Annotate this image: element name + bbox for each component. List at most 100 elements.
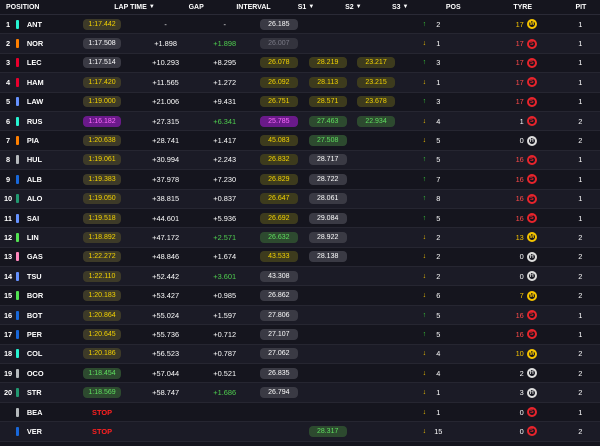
tyre-compound-icon: M (526, 348, 537, 359)
s1-cell: 26.092 (255, 76, 302, 88)
s1-cell: 26.632 (255, 231, 302, 243)
tyre-age: 0 (519, 252, 524, 262)
driver-code[interactable]: SAI (27, 214, 67, 223)
header-pos[interactable]: POS (423, 4, 484, 11)
chevron-down-icon[interactable]: ▼ (308, 4, 314, 11)
pit-stops: 2 (578, 388, 583, 398)
driver-code[interactable]: LIN (27, 233, 67, 242)
lap-time-cell: 1:20.864 (67, 309, 137, 321)
tyre-age: 0 (519, 136, 524, 146)
chevron-down-icon[interactable]: ▼ (149, 4, 155, 11)
table-row[interactable]: 17 PER 1:20.645 +55.736 +0.712 27.107 ↑ 5 16 S 1 (0, 325, 600, 345)
table-row[interactable]: 1 ANT 1:17.442- -26.185 ↑ 2 17 M 1 (0, 15, 600, 35)
header-s3[interactable]: S3 ▼ (378, 4, 423, 11)
header-interval[interactable]: INTERVAL (224, 4, 283, 11)
header-pit[interactable]: PIT (562, 4, 600, 11)
driver-code[interactable]: BOR (27, 291, 67, 300)
table-row[interactable]: 13 GAS 1:22.272 +48.846 +1.674 43.533 28.138 ↓ 2… (0, 248, 600, 268)
driver-code[interactable]: VER (27, 427, 67, 436)
s1-cell: 27.107 (255, 328, 302, 340)
s2-time: 28.219 (308, 57, 347, 69)
table-row[interactable]: 9 ALB 1:19.383 +37.978 +7.230 26.829 28.722 ↑ 7 1… (0, 170, 600, 190)
position-change: ↑ 2 (399, 20, 480, 29)
arrow-down-icon: ↓ (422, 117, 427, 125)
driver-code[interactable]: ANT (27, 20, 67, 29)
position-number: 7 (6, 136, 11, 146)
table-row[interactable]: 16 BOT 1:20.864 +55.024 +1.597 27.806 ↑ 5 16 S 1 (0, 305, 600, 326)
lap-time-cell: STOP (67, 408, 137, 417)
driver-code[interactable]: ALB (27, 175, 67, 184)
tyre-cell: 0S (480, 426, 561, 437)
table-row[interactable]: VER STOP 28.317 ↓ 15 0 S 2 (0, 422, 600, 442)
header-lap-time[interactable]: LAP TIME ▼ (101, 4, 169, 11)
tyre-compound-icon: H (526, 135, 537, 146)
team-color-bar (16, 252, 19, 262)
s2-cell: 28.113 (303, 76, 353, 88)
chevron-down-icon[interactable]: ▼ (403, 4, 409, 11)
table-row[interactable]: 19 OCO 1:18.454 +57.044 +0.521 26.835 ↓ 4 2 H 2 (0, 364, 600, 384)
table-row[interactable]: 15 BOR 1:20.183 +53.427 +0.985 26.862 ↓ 6 7 M 2 (0, 286, 600, 306)
table-row[interactable]: 20 STR 1:18.569 +58.747 +1.686 26.794 ↓ 1 3 H 2 (0, 383, 600, 403)
table-row[interactable]: 3 LEC 1:17.514 +10.293 +8.295 26.078 28.219 23.… (0, 54, 600, 74)
lap-time: 1:20.186 (83, 348, 122, 360)
table-row[interactable]: 7 PIA 1:20.638 +28.741 +1.417 45.083 27.508 ↓ 5 0… (0, 131, 600, 151)
tyre-age: 16 (515, 155, 524, 165)
table-row[interactable]: 2 NOR 1:17.508 +1.898 +1.898 26.007 ↓ 1 17 S 1 (0, 34, 600, 54)
driver-code[interactable]: OCO (27, 369, 67, 378)
driver-code[interactable]: HUL (27, 155, 67, 164)
arrow-down-icon: ↓ (422, 350, 427, 358)
header-position[interactable]: POSITION (0, 4, 62, 11)
position-number: 8 (6, 155, 11, 165)
table-row[interactable]: 11 SAI 1:19.518 +44.601 +5.936 26.692 29.084 ↑ 5… (0, 209, 600, 229)
position-change-value: 2 (436, 232, 441, 242)
arrow-down-icon: ↓ (422, 369, 427, 377)
team-color-bar (16, 407, 19, 417)
gap-value: +52.442 (152, 271, 180, 281)
driver-code[interactable]: PER (27, 330, 67, 339)
lap-time: 1:18.892 (83, 231, 122, 243)
driver-code[interactable]: LAW (27, 97, 67, 106)
driver-code[interactable]: LEC (27, 58, 67, 67)
driver-code[interactable]: TSU (27, 272, 67, 281)
driver-code[interactable]: COL (27, 349, 67, 358)
driver-code[interactable]: NOR (27, 39, 67, 48)
s1-time: 45.083 (259, 135, 298, 147)
table-row[interactable]: 5 LAW 1:19.000 +21.006 +9.431 26.751 28.571 23.… (0, 93, 600, 112)
table-row[interactable]: 6 RUS 1:16.182 +27.315 +6.341 25.785 27.463 22.… (0, 111, 600, 132)
driver-code[interactable]: BEA (27, 408, 67, 417)
table-row[interactable]: 12 LIN 1:18.892 +47.172 +2.571 26.632 28.922 ↓ 2… (0, 228, 600, 248)
tyre-compound-icon: H (526, 387, 537, 398)
pit-stops: 1 (578, 19, 583, 29)
position-change: ↓ 4 (399, 349, 480, 358)
header-tyre[interactable]: TYRE (484, 4, 562, 11)
lap-time-cell: 1:17.420 (67, 76, 137, 88)
tyre-compound-icon: S (526, 96, 537, 107)
s2-cell: 28.722 (303, 173, 353, 185)
header-gap[interactable]: GAP (168, 4, 224, 11)
driver-code[interactable]: HAM (27, 78, 67, 87)
team-color-bar (16, 368, 19, 378)
position-change-value: 6 (436, 291, 441, 301)
s3-time: 23.217 (357, 57, 396, 69)
chevron-down-icon[interactable]: ▼ (356, 4, 362, 11)
driver-code[interactable]: STR (27, 388, 67, 397)
header-s2[interactable]: S2 ▼ (329, 4, 378, 11)
table-row[interactable]: 14 TSU 1:22.110 +52.442 +3.601 43.308 ↓ 2 0 H 2 (0, 267, 600, 287)
table-row[interactable]: 10 ALO 1:19.050 +38.815 +0.837 26.647 28.061 ↑ 8… (0, 189, 600, 209)
tyre-compound-icon: S (526, 213, 537, 224)
s2-time: 28.061 (308, 193, 347, 205)
table-row[interactable]: 18 COL 1:20.186 +56.523 +0.787 27.062 ↓ 4 10 M 2 (0, 344, 600, 365)
arrow-down-icon: ↓ (422, 408, 427, 416)
table-row[interactable]: 4 HAM 1:17.420 +11.565 +1.272 26.092 28.113 23.… (0, 73, 600, 93)
tyre-compound-icon: S (526, 426, 537, 437)
position-number: 12 (3, 232, 13, 242)
driver-code[interactable]: GAS (27, 252, 67, 261)
driver-code[interactable]: PIA (27, 136, 67, 145)
header-s1[interactable]: S1 ▼ (283, 4, 329, 11)
driver-code[interactable]: RUS (27, 117, 67, 126)
driver-code[interactable]: ALO (27, 194, 67, 203)
interval-value: +1.272 (213, 77, 237, 87)
table-row[interactable]: 8 HUL 1:19.061 +30.994 +2.243 26.832 28.717 ↑ 5 1… (0, 150, 600, 171)
table-row[interactable]: BEA STOP ↓ 1 0 S 1 (0, 403, 600, 423)
driver-code[interactable]: BOT (27, 311, 67, 320)
